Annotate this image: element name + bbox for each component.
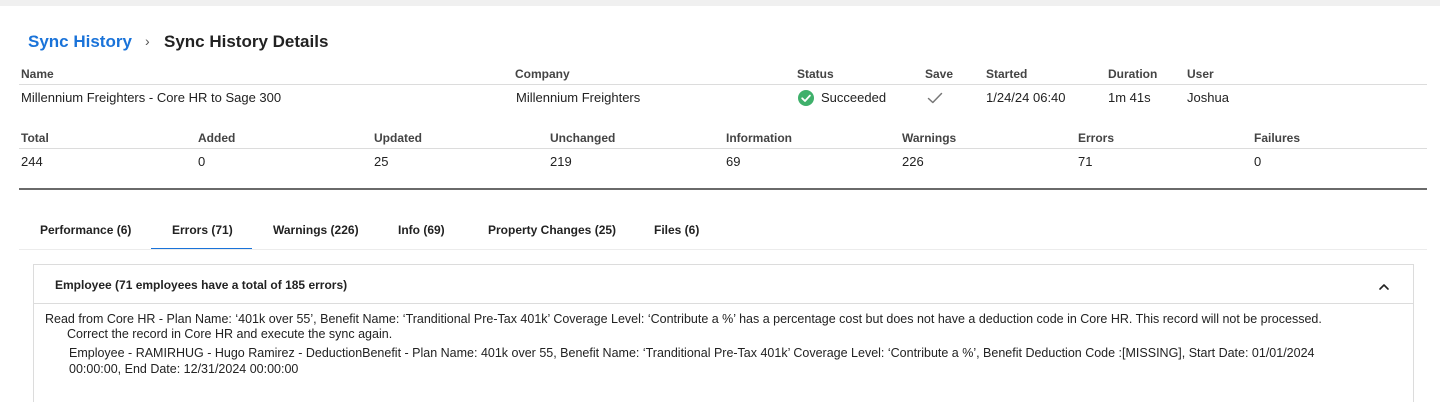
sync-name: Millennium Freighters - Core HR to Sage …: [21, 90, 282, 105]
error-group-title: Employee (71 employees have a total of 1…: [55, 278, 348, 292]
header-user: User: [1187, 67, 1214, 81]
error-group-divider: [34, 303, 1413, 304]
count-updated: 25: [374, 154, 389, 169]
section-divider: [19, 188, 1427, 190]
count-header-total: Total: [21, 131, 49, 145]
header-save: Save: [925, 67, 954, 81]
count-errors: 71: [1078, 154, 1093, 169]
started-value: 1/24/24 06:40: [986, 90, 1066, 105]
page-title: Sync History Details: [164, 32, 329, 51]
error-group-header[interactable]: Employee (71 employees have a total of 1…: [34, 265, 1413, 303]
tab-property-changes[interactable]: Property Changes (25): [488, 223, 616, 237]
counts-header-divider: [19, 148, 1427, 149]
error-group-card: Employee (71 employees have a total of 1…: [33, 264, 1414, 402]
duration-value: 1m 41s: [1108, 90, 1151, 105]
tab-performance[interactable]: Performance (6): [40, 223, 131, 237]
count-unchanged: 219: [550, 154, 572, 169]
header-company: Company: [515, 67, 570, 81]
user-value: Joshua: [1187, 90, 1229, 105]
count-information: 69: [726, 154, 741, 169]
tab-info[interactable]: Info (69): [398, 223, 445, 237]
breadcrumb-separator: ›: [145, 33, 150, 49]
count-header-warnings: Warnings: [902, 131, 957, 145]
header-started: Started: [986, 67, 1028, 81]
sync-details-panel: Sync History › Sync History Details Name…: [0, 6, 1440, 402]
summary-header-divider: [19, 84, 1427, 85]
tab-files[interactable]: Files (6): [654, 223, 699, 237]
count-failures: 0: [1254, 154, 1262, 169]
error-message: Read from Core HR - Plan Name: ‘401k ove…: [45, 312, 1322, 326]
count-warnings: 226: [902, 154, 924, 169]
company-name: Millennium Freighters: [516, 90, 641, 105]
count-header-added: Added: [198, 131, 236, 145]
error-detail-continued: 00:00:00, End Date: 12/31/2024 00:00:00: [69, 362, 299, 376]
check-circle-icon: [798, 90, 814, 106]
count-header-updated: Updated: [374, 131, 422, 145]
count-added: 0: [198, 154, 206, 169]
count-header-errors: Errors: [1078, 131, 1115, 145]
breadcrumb-sync-history-link[interactable]: Sync History: [28, 32, 132, 52]
tab-warnings[interactable]: Warnings (226): [273, 223, 359, 237]
error-message-continued: Correct the record in Core HR and execut…: [67, 327, 393, 341]
count-total: 244: [21, 154, 43, 169]
tab-bar-divider: [19, 249, 1427, 250]
error-detail: Employee - RAMIRHUG - Hugo Ramirez - Ded…: [69, 346, 1315, 360]
checkmark-icon: [927, 91, 943, 110]
tab-errors[interactable]: Errors (71): [172, 223, 233, 237]
header-status: Status: [797, 67, 834, 81]
chevron-up-icon[interactable]: [1378, 279, 1390, 297]
header-duration: Duration: [1108, 67, 1158, 81]
header-name: Name: [21, 67, 54, 81]
status-value: Succeeded: [821, 90, 887, 105]
count-header-information: Information: [726, 131, 792, 145]
count-header-unchanged: Unchanged: [550, 131, 616, 145]
count-header-failures: Failures: [1254, 131, 1301, 145]
